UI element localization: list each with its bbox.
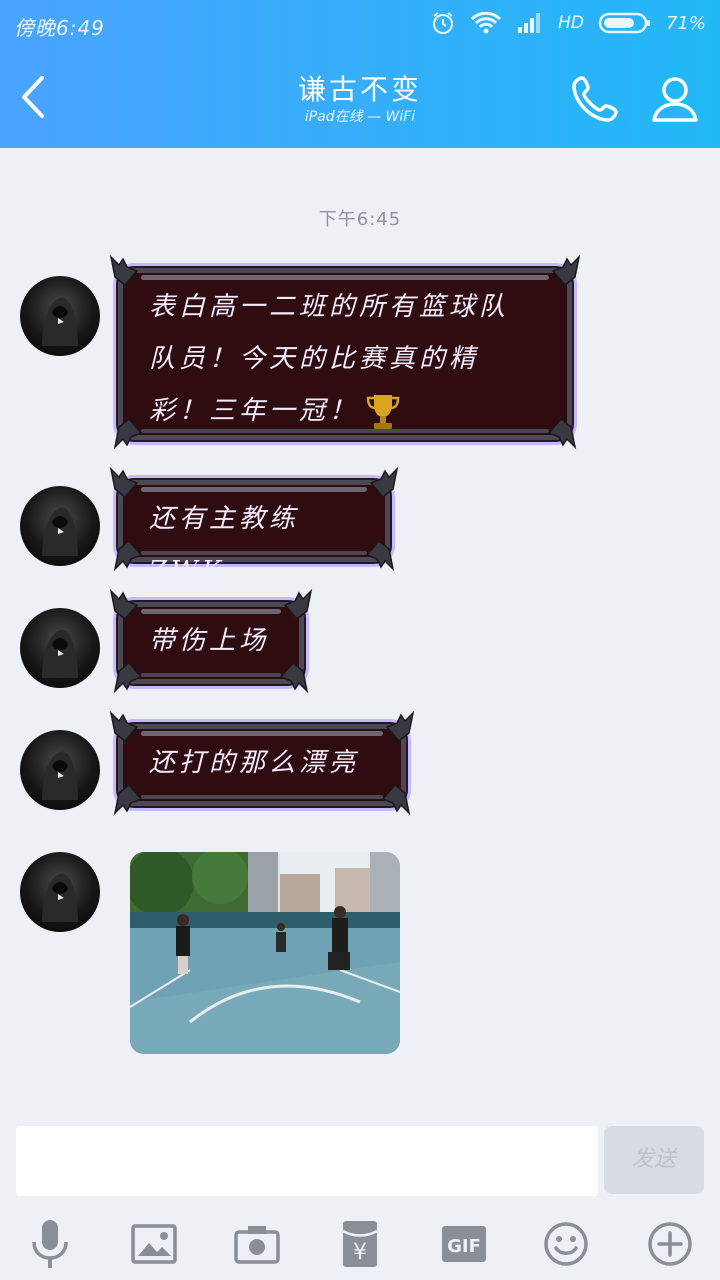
call-button[interactable] <box>568 72 622 126</box>
image-button[interactable] <box>124 1214 184 1274</box>
wifi-icon <box>471 11 502 34</box>
profile-button[interactable] <box>650 72 700 126</box>
message-text-line: 队员！今天的比赛真的精 <box>149 344 480 374</box>
bat-wing-ornament <box>109 589 139 621</box>
hooded-figure-icon <box>42 507 78 556</box>
message-bubble[interactable]: 还打的那么漂亮 <box>109 711 415 815</box>
hooded-figure-icon <box>42 873 78 922</box>
message-text-line: 表白高一二班的所有篮球队 <box>149 292 510 322</box>
signal-icon <box>518 13 541 33</box>
bat-wing-ornament <box>113 661 143 693</box>
bat-wing-ornament <box>283 589 313 621</box>
status-icons: HD 71% <box>430 8 706 38</box>
message-timestamp: 下午6:45 <box>318 209 402 230</box>
bat-wing-ornament <box>109 467 139 499</box>
plus-icon <box>648 1222 692 1266</box>
message-text: 还有主教练ZWK <box>149 504 300 586</box>
message-bubble[interactable]: 带伤上场 <box>109 589 313 693</box>
message-bubble[interactable]: 还有主教练ZWK <box>109 467 399 586</box>
svg-text:GIF: GIF <box>447 1236 481 1257</box>
back-button[interactable] <box>14 72 54 122</box>
bat-wing-ornament <box>113 539 143 571</box>
message-input[interactable] <box>16 1126 598 1196</box>
status-bar: 傍晚6:49 HD 71% <box>0 0 720 48</box>
red-packet-button[interactable]: ¥ <box>330 1214 390 1274</box>
bat-wing-ornament <box>109 711 139 743</box>
emoji-icon <box>544 1222 588 1266</box>
bat-wing-ornament <box>369 467 399 499</box>
message-bubble[interactable]: 表白高一二班的所有篮球队 队员！今天的比赛真的精 彩！三年一冠！ <box>109 255 581 449</box>
contact-name: 谦古不变 <box>297 73 422 106</box>
battery-percent: 71% <box>665 12 706 34</box>
voice-icon <box>32 1220 68 1268</box>
back-icon <box>22 76 44 118</box>
emoji-button[interactable] <box>536 1214 596 1274</box>
input-toolbar: ¥ GIF <box>0 1206 720 1280</box>
network-type: HD <box>558 13 584 33</box>
sender-avatar[interactable] <box>20 486 100 566</box>
bat-wing-ornament <box>547 417 577 449</box>
basketball-court-photo <box>130 852 400 1054</box>
hooded-figure-icon <box>42 629 78 678</box>
message-text: 带伤上场 <box>149 626 270 656</box>
photo-message[interactable] <box>130 852 400 1054</box>
bat-wing-ornament <box>113 783 143 815</box>
phone-icon <box>572 76 618 122</box>
bat-wing-ornament <box>113 417 143 449</box>
bat-wing-ornament <box>365 539 395 571</box>
gif-button[interactable]: GIF <box>434 1214 494 1274</box>
sender-avatar[interactable] <box>20 730 100 810</box>
contact-status: iPad在线 — WiFi <box>304 109 416 125</box>
gif-icon: GIF <box>442 1226 486 1262</box>
status-time: 傍晚6:49 <box>14 16 105 40</box>
profile-icon <box>652 77 698 122</box>
sender-avatar[interactable] <box>20 608 100 688</box>
sender-avatar[interactable] <box>20 276 100 356</box>
more-button[interactable] <box>640 1214 700 1274</box>
bat-wing-ornament <box>109 255 139 287</box>
svg-text:¥: ¥ <box>353 1240 367 1265</box>
message-text-line: 彩！三年一冠！ <box>149 385 545 437</box>
sender-avatar[interactable] <box>20 852 100 932</box>
trophy-icon <box>366 395 400 429</box>
app-header: 傍晚6:49 HD 71% 谦古不变 iPad在线 — WiFi <box>0 0 720 148</box>
hooded-figure-icon <box>42 297 78 346</box>
picture-icon <box>131 1224 177 1264</box>
red-packet-icon: ¥ <box>342 1221 378 1267</box>
alarm-icon <box>433 12 454 34</box>
bat-wing-ornament <box>551 255 581 287</box>
message-text-part: 彩！三年一冠！ <box>149 396 360 426</box>
bat-wing-ornament <box>279 661 309 693</box>
send-button[interactable]: 发送 <box>604 1126 704 1194</box>
bat-wing-ornament <box>381 783 411 815</box>
hooded-figure-icon <box>42 751 78 800</box>
message-text: 还打的那么漂亮 <box>149 748 360 778</box>
battery-icon <box>598 12 650 34</box>
bat-wing-ornament <box>385 711 415 743</box>
camera-button[interactable] <box>227 1214 287 1274</box>
voice-button[interactable] <box>20 1214 80 1274</box>
camera-icon <box>234 1226 280 1264</box>
